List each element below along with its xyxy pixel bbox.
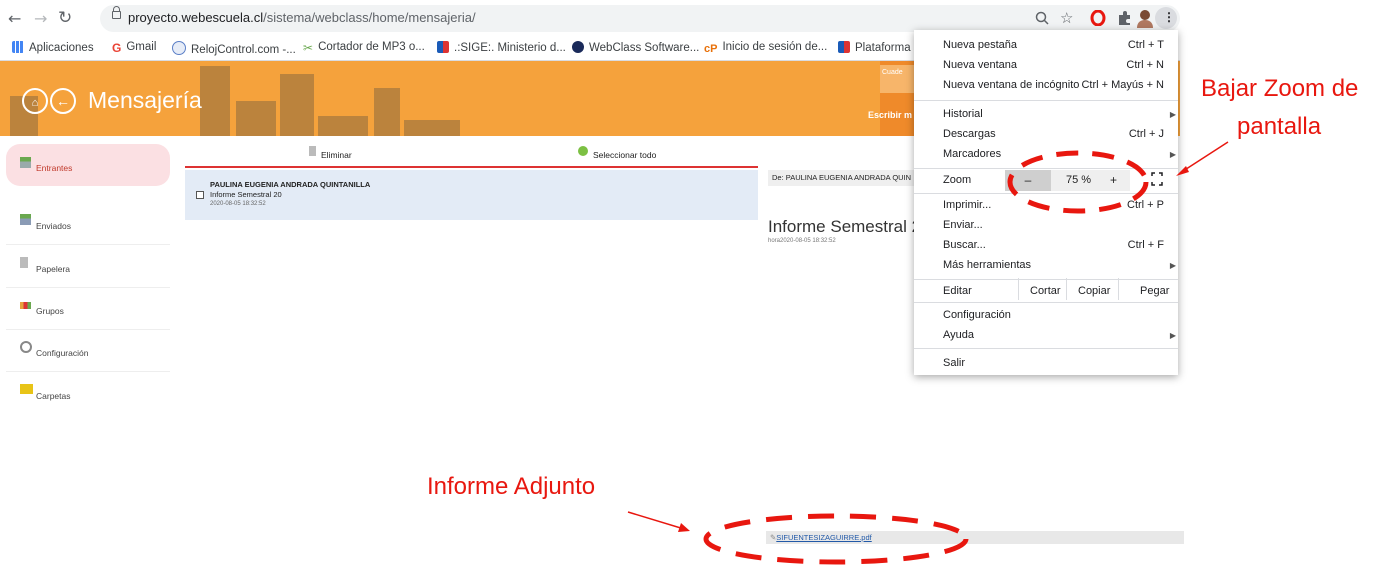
- zoom-arrow: [1179, 141, 1229, 174]
- zoom-arrowhead: [1176, 166, 1189, 176]
- attachment-highlight-circle: [703, 513, 969, 565]
- annotation-attachment: Informe Adjunto: [427, 473, 596, 500]
- annotation-zoom-line1: Bajar Zoom de: [1201, 75, 1359, 102]
- annotation-overlay: [627, 141, 1229, 565]
- annotation-zoom-line2: pantalla: [1237, 113, 1322, 140]
- zoom-highlight-circle: [1007, 150, 1149, 214]
- attachment-arrowhead: [678, 523, 690, 532]
- attachment-arrow: [627, 511, 685, 530]
